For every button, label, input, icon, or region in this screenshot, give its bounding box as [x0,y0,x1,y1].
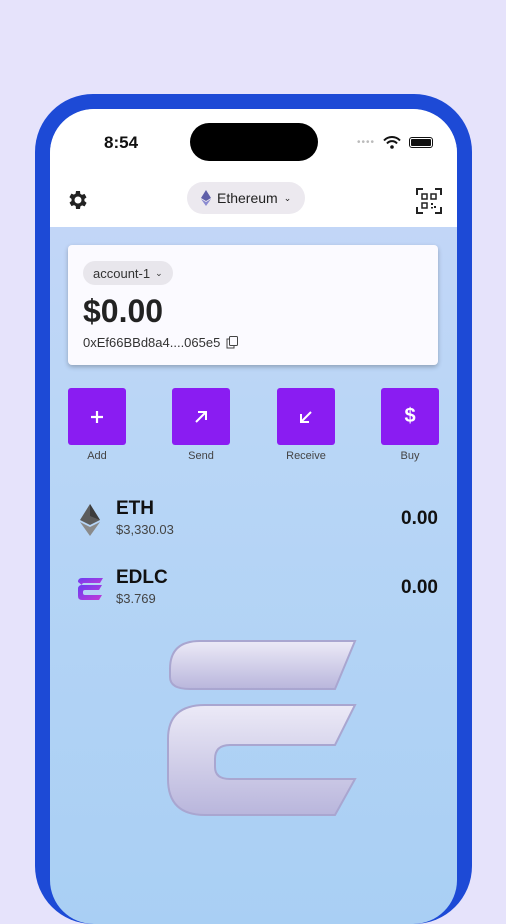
network-label: Ethereum [217,190,278,206]
ethereum-icon [201,190,211,206]
send-action[interactable]: Send [172,388,230,462]
token-balance: 0.00 [401,508,438,529]
address-row[interactable]: 0xEf66BBd8a4....065e5 [83,335,239,350]
account-selector[interactable]: account-1 ⌄ [83,261,173,285]
phone-frame: 8:54 •••• Ethereum ⌄ account-1 ⌄ $0.00 0… [35,94,472,924]
chevron-down-icon: ⌄ [283,192,292,203]
add-label: Add [87,450,107,462]
receive-label: Receive [286,450,326,462]
token-price: $3.769 [116,591,156,606]
token-balance: 0.00 [401,577,438,598]
token-price: $3,330.03 [116,522,174,537]
token-symbol: ETH [116,498,154,519]
screen: 8:54 •••• Ethereum ⌄ account-1 ⌄ $0.00 0… [50,109,457,924]
arrow-down-left-icon [300,410,312,423]
receive-button[interactable] [277,388,335,445]
signal-icon: •••• [356,137,375,148]
receive-action[interactable]: Receive [277,388,335,462]
add-button[interactable] [68,388,126,445]
copy-icon[interactable] [226,336,239,349]
edlc-background-logo [167,640,357,816]
add-action[interactable]: Add [68,388,126,462]
wallet-address: 0xEf66BBd8a4....065e5 [83,335,221,350]
chevron-down-icon: ⌄ [155,267,163,278]
buy-action[interactable]: $ Buy [381,388,439,462]
network-selector[interactable]: Ethereum ⌄ [187,182,306,214]
battery-icon [409,137,433,148]
arrow-up-right-icon [195,410,207,423]
token-symbol: EDLC [116,567,168,588]
account-card: account-1 ⌄ $0.00 0xEf66BBd8a4....065e5 [68,245,438,365]
wifi-icon [383,136,401,149]
token-row-edlc[interactable]: EDLC $3.769 0.00 [72,567,438,617]
account-name: account-1 [93,265,151,281]
action-buttons: Add Send Receive $ Buy [68,388,439,468]
top-bar: 8:54 •••• Ethereum ⌄ [50,109,457,227]
buy-button[interactable]: $ [381,388,439,445]
dollar-icon: $ [404,405,416,427]
status-time: 8:54 [104,133,139,152]
send-label: Send [188,450,214,462]
plus-icon [91,410,103,423]
ethereum-icon [80,504,100,536]
status-icons: •••• [357,136,433,149]
gear-icon[interactable] [66,188,90,212]
account-balance: $0.00 [83,293,164,329]
send-button[interactable] [172,388,230,445]
buy-label: Buy [400,450,420,462]
edlc-logo-icon [78,578,103,600]
token-row-eth[interactable]: ETH $3,330.03 0.00 [72,498,438,548]
dynamic-island [190,123,318,161]
qr-scan-icon[interactable] [416,188,442,214]
